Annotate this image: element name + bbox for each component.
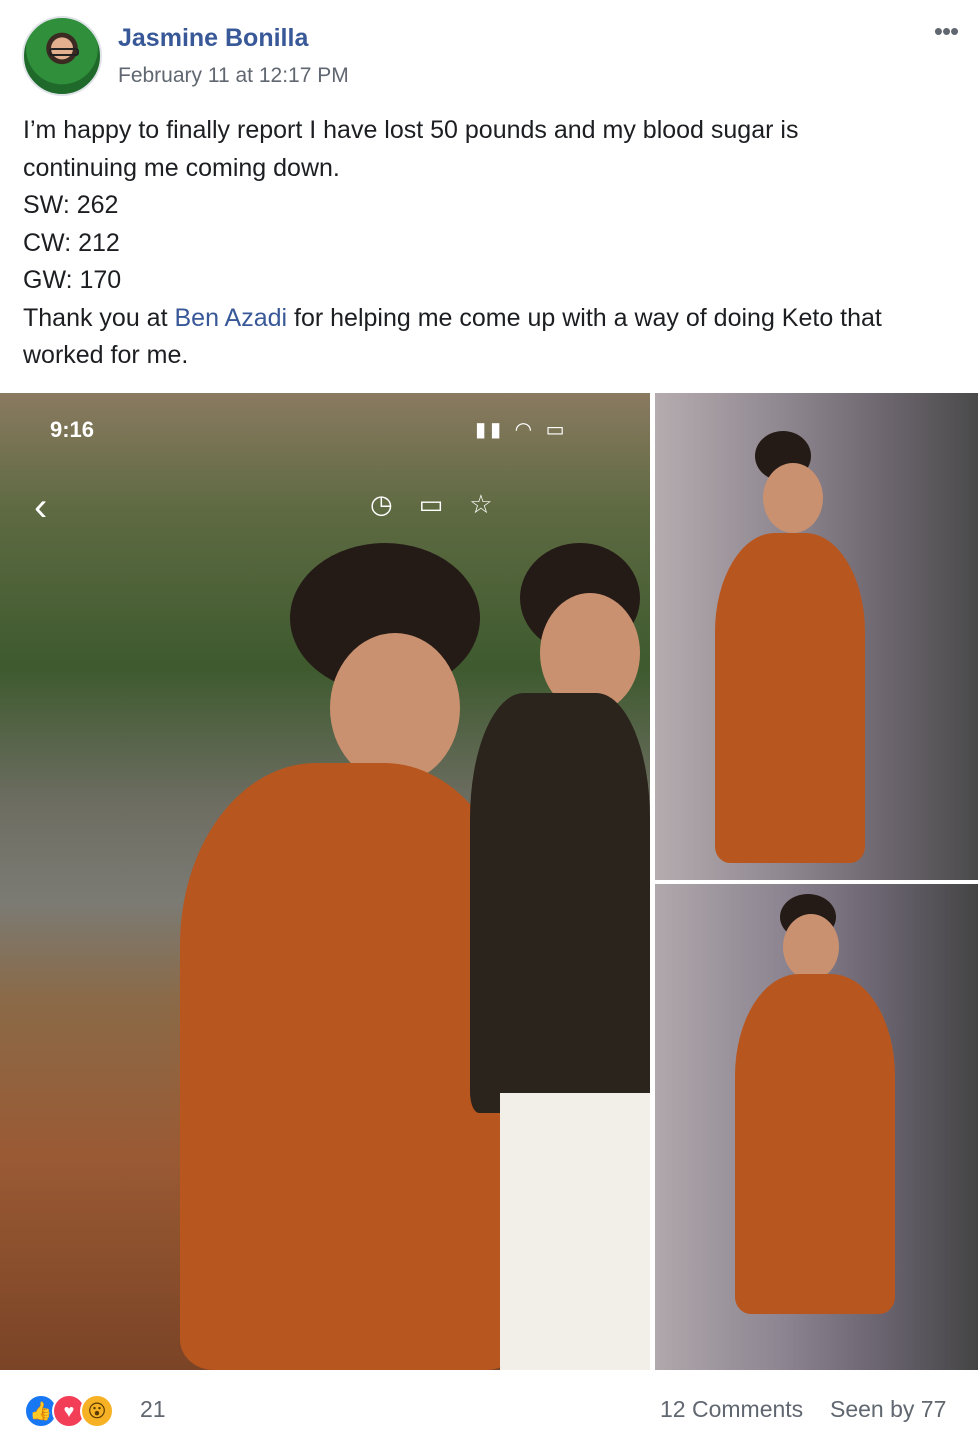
signal-wifi-battery-icon: ▮▮ ◠ ▭	[475, 419, 569, 441]
post-text-line: I’m happy to finally report I have lost …	[23, 116, 799, 144]
mention-link[interactable]: Ben Azadi	[174, 304, 287, 332]
more-options-icon[interactable]: •••	[928, 18, 964, 44]
chevron-left-icon: ‹	[34, 485, 48, 529]
screen-toolbar-icons: ◷▭☆	[370, 489, 519, 519]
post-header: Jasmine Bonilla February 11 at 12:17 PM …	[22, 16, 962, 96]
author-name[interactable]: Jasmine Bonilla	[118, 24, 308, 53]
comments-count[interactable]: 12 Comments	[660, 1396, 803, 1423]
post-text-line: GW: 170	[23, 266, 122, 294]
post-body: I’m happy to finally report I have lost …	[23, 112, 963, 375]
seen-by-count[interactable]: Seen by 77	[830, 1396, 946, 1423]
patterned-shirt-shape	[470, 693, 650, 1113]
orange-dress-shape	[735, 974, 895, 1314]
face-shape	[763, 463, 823, 533]
thanks-suffix: for helping me come up with a way of doi…	[287, 303, 882, 332]
face-shape	[330, 633, 460, 783]
photo-side-bottom[interactable]	[655, 884, 978, 1370]
reaction-count[interactable]: 21	[140, 1396, 166, 1423]
phone-time: 9:16	[50, 417, 95, 442]
post-timestamp[interactable]: February 11 at 12:17 PM	[118, 64, 349, 88]
thanks-prefix: Thank you at	[23, 303, 175, 332]
post-text-line: continuing me coming down.	[23, 153, 340, 182]
white-pants-shape	[500, 1093, 650, 1370]
thanks-line: Thank you at Ben Azadi for helping me co…	[23, 300, 963, 338]
face-shape	[783, 914, 839, 980]
post-text-line: worked for me.	[23, 341, 189, 369]
photo-main[interactable]: 9:16 ▮▮ ◠ ▭ ‹ ◷▭☆	[0, 393, 650, 1370]
glasses-shape	[49, 48, 79, 56]
post-footer: 👍 ♥ 😮 21 12 Comments Seen by 77	[0, 1380, 978, 1440]
photo-side-top[interactable]	[655, 393, 978, 880]
avatar[interactable]	[22, 16, 102, 96]
post-text-line: CW: 212	[23, 228, 120, 257]
orange-dress-shape	[180, 763, 520, 1370]
orange-dress-shape	[715, 533, 865, 863]
wow-icon[interactable]: 😮	[80, 1394, 114, 1428]
post-text-line: SW: 262	[23, 191, 119, 219]
